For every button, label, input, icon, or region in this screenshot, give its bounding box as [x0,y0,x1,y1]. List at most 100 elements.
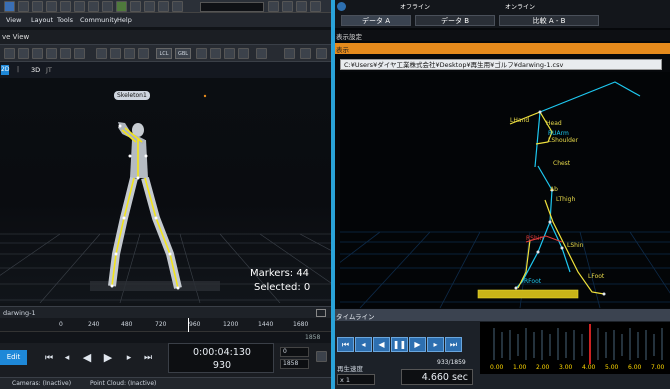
online-label[interactable]: オンライン [460,2,580,13]
window-icon[interactable] [268,1,279,12]
select-icon[interactable] [96,48,107,59]
start-frame-field[interactable]: 0 [280,347,309,357]
timeline-close-icon[interactable] [316,309,326,317]
camera-icon[interactable] [74,1,85,12]
open-icon[interactable] [32,1,43,12]
next-button[interactable]: ▸ [427,337,444,352]
wave-tick: 5.00 [605,364,619,371]
selected-count: Selected: 0 [254,282,311,293]
eye-icon[interactable] [172,1,183,12]
skip-end-icon[interactable]: ⏭ [141,351,155,365]
layers-icon[interactable] [256,48,267,59]
fit-icon[interactable] [4,48,15,59]
scale-icon[interactable] [138,48,149,59]
menu-tools[interactable]: Tools [57,16,73,24]
rotate-icon[interactable] [32,48,43,59]
tab-jt[interactable]: JT [46,66,52,74]
display-label: 表示 [336,46,349,54]
tab-2d-label[interactable]: | [17,66,19,73]
tools-icon[interactable] [144,1,155,12]
loop-icon[interactable] [316,351,327,362]
tick-label: 240 [88,321,100,328]
save-icon[interactable] [46,1,57,12]
playhead[interactable] [188,318,189,332]
tab-compare[interactable]: 比較 A - B [499,15,599,26]
snap-icon[interactable] [196,48,207,59]
marker-icon[interactable] [74,48,85,59]
rotate-tool-icon[interactable] [124,48,135,59]
skeleton-figure [108,122,182,290]
file-path-field[interactable]: C:¥Users¥ダイヤ工業株式会社¥Desktop¥再生用¥ゴルフ¥darwi… [340,59,662,70]
menu-layout[interactable]: Layout [31,16,53,24]
local-toggle[interactable]: LCL [156,48,172,59]
app-icon[interactable] [4,1,15,12]
skeleton-name-tag[interactable]: Skeleton1 [114,91,150,100]
visibility-icon[interactable] [284,48,295,59]
timeline-track: 1858 [0,332,333,343]
align-icon[interactable] [210,48,221,59]
menu-help[interactable]: Help [117,16,132,24]
prev-frame-icon[interactable]: ◂ [60,351,74,365]
capture-icon[interactable] [102,1,113,12]
measure-icon[interactable] [224,48,235,59]
layout-dropdown[interactable] [200,2,264,12]
camera-view-icon[interactable] [60,48,71,59]
end-frame-field[interactable]: 1858 [280,359,309,369]
speed-label: 再生速度 [337,365,363,373]
next-frame-icon[interactable]: ▸ [122,351,136,365]
global-toggle[interactable]: GBL [175,48,191,59]
wave-ruler: 0.00 1.00 2.00 3.00 4.00 5.00 6.00 7.00 [480,364,670,373]
display-settings-header: 表示設定 [335,30,670,41]
wave-tick: 4.00 [582,364,596,371]
window3-icon[interactable] [296,1,307,12]
settings-icon[interactable] [130,1,141,12]
chart-icon[interactable] [158,1,169,12]
person-icon[interactable] [116,1,127,12]
skip-start-button[interactable]: ⏮ [337,337,354,352]
pivot-icon[interactable] [238,48,249,59]
pause-button[interactable]: ❚❚ [391,337,408,352]
time-display: 4.660 sec [401,369,473,385]
menu-view[interactable]: View [6,16,21,24]
display-header: 表示 [335,43,670,54]
window2-icon[interactable] [282,1,293,12]
prev-button[interactable]: ◂ [355,337,372,352]
tab-2d[interactable]: 2D [1,65,9,75]
speed-select[interactable]: x 1 [337,374,375,385]
play-button[interactable]: ▶ [409,337,426,352]
tab-data-a[interactable]: データ A [341,15,411,26]
point-cloud-status: Point Cloud: (Inactive) [90,380,157,387]
new-icon[interactable] [18,1,29,12]
play-reverse-icon[interactable]: ◀ [80,351,94,365]
offline-label[interactable]: オフライン [375,2,455,13]
waveform-timeline[interactable]: 0.00 1.00 2.00 3.00 4.00 5.00 6.00 7.00 [480,322,670,374]
tab-3d[interactable]: 3D [31,66,40,74]
pan-icon[interactable] [46,48,57,59]
grid-icon[interactable] [88,1,99,12]
layout-icon[interactable] [60,1,71,12]
gear-icon[interactable] [337,2,346,11]
skip-end-button[interactable]: ⏭ [445,337,462,352]
timeline-ruler[interactable]: 0 240 480 720 960 1200 1440 1680 [0,318,333,332]
menu-community[interactable]: Community [80,16,118,24]
translate-icon[interactable] [110,48,121,59]
tick-label: 720 [155,321,167,328]
zoom-icon[interactable] [18,48,29,59]
tab-data-b[interactable]: データ B [415,15,495,26]
view-title-bar: ve View [0,30,333,44]
skeleton-scene [340,81,670,308]
joint-rshin: RShin [526,235,544,242]
edit-button[interactable]: Edit [0,350,27,365]
options-icon[interactable] [316,48,327,59]
reverse-button[interactable]: ◀ [373,337,390,352]
3d-viewport[interactable]: Skeleton1 Markers: 44 Selected: 0 [0,78,333,303]
joint-lshoulder: LShoulder [548,137,579,144]
play-icon[interactable]: ▶ [101,351,115,365]
joint-chest: Chest [553,160,571,167]
window4-icon[interactable] [310,1,321,12]
joint-lshin: LShin [567,242,584,249]
view-mode-tabs: 2D | 3D JT [0,62,333,78]
skip-start-icon[interactable]: ⏮ [42,351,56,365]
layout-split-icon[interactable] [300,48,311,59]
skeleton-3d-view[interactable]: LHand Head RUArm LShoulder Chest Ab LThi… [340,72,670,308]
